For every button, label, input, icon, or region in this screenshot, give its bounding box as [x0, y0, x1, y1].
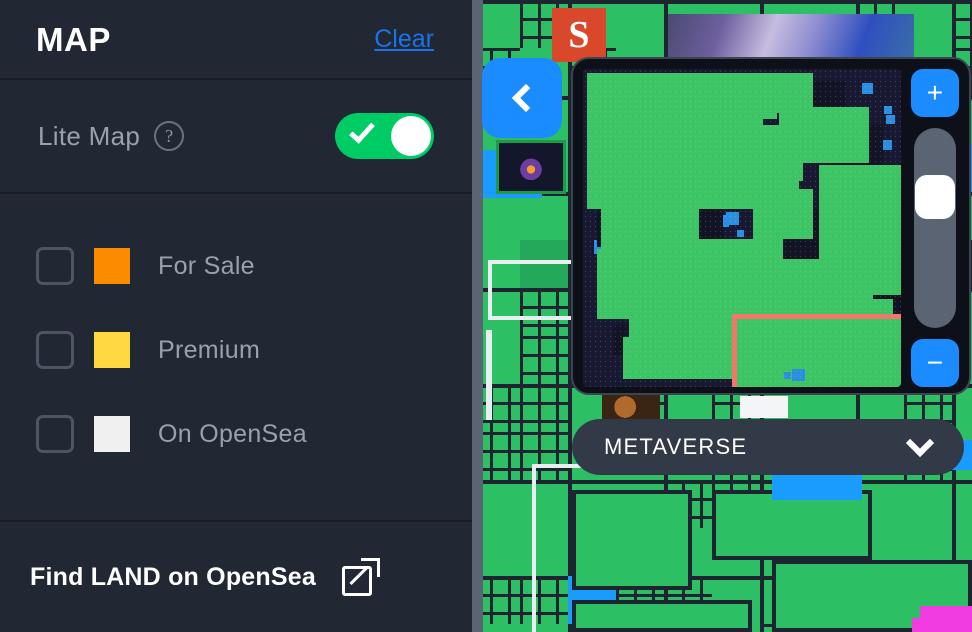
parcel-highlight-border: [532, 464, 536, 632]
minimap-region: [587, 73, 777, 119]
legend-label-for-sale: For Sale: [158, 251, 255, 280]
find-land-label: Find LAND on OpenSea: [30, 562, 316, 591]
land-parcel[interactable]: [712, 490, 872, 560]
legend-row-for-sale[interactable]: For Sale: [36, 224, 472, 308]
legend-row-on-opensea[interactable]: On OpenSea: [36, 392, 472, 476]
metaverse-selector[interactable]: METAVERSE: [572, 419, 964, 475]
check-icon: [349, 117, 375, 144]
lite-map-row: Lite Map ?: [0, 80, 472, 194]
land-parcel[interactable]: [912, 618, 972, 632]
minimap-region: [779, 107, 869, 163]
zoom-out-button[interactable]: −: [910, 339, 959, 387]
color-swatch-for-sale: [94, 248, 130, 284]
find-land-on-opensea-link[interactable]: Find LAND on OpenSea: [0, 520, 472, 632]
parcel-highlight-border: [488, 260, 492, 320]
map-explorer-app: MAP Clear Lite Map ? For Sale Premium On…: [0, 0, 972, 632]
land-parcel[interactable]: [520, 288, 568, 336]
toggle-knob: [391, 116, 431, 156]
land-parcel[interactable]: [952, 0, 972, 48]
lite-map-label: Lite Map: [38, 120, 141, 151]
featured-logo-tile[interactable]: S: [552, 8, 606, 62]
checkbox-on-opensea[interactable]: [36, 415, 74, 453]
lite-map-toggle[interactable]: [335, 113, 434, 159]
zoom-in-button[interactable]: +: [910, 69, 959, 117]
land-parcel[interactable]: [520, 432, 568, 480]
land-parcel[interactable]: [520, 576, 568, 624]
chevron-left-icon: [511, 83, 541, 113]
checkbox-for-sale[interactable]: [36, 247, 74, 285]
legend-row-premium[interactable]: Premium: [36, 308, 472, 392]
page-title: MAP: [36, 20, 111, 58]
featured-thumbnail-tile[interactable]: [740, 396, 788, 418]
sidebar-header: MAP Clear: [0, 0, 472, 80]
land-parcel[interactable]: [572, 600, 752, 632]
clear-filters-link[interactable]: Clear: [374, 26, 434, 52]
lite-map-label-group: Lite Map ?: [38, 120, 185, 152]
minimap[interactable]: [583, 69, 901, 387]
legend-label-on-opensea: On OpenSea: [158, 419, 307, 448]
zoom-slider-track[interactable]: [913, 128, 956, 328]
featured-thumbnail-tile[interactable]: [496, 140, 566, 194]
minimap-region: [884, 106, 892, 114]
land-parcel[interactable]: [572, 490, 692, 590]
zoom-control-group: + −: [910, 69, 959, 387]
zoom-slider-thumb[interactable]: [914, 175, 955, 219]
collapse-sidebar-button[interactable]: [482, 58, 562, 138]
color-swatch-premium: [94, 332, 130, 368]
minimap-region: [886, 115, 895, 124]
checkbox-premium[interactable]: [36, 331, 74, 369]
minimap-panel: + −: [571, 57, 971, 395]
question-circle-icon[interactable]: ?: [154, 121, 185, 151]
minimap-region: [737, 230, 744, 237]
external-link-icon: [341, 558, 380, 596]
color-swatch-on-opensea: [94, 416, 130, 452]
legend-label-premium: Premium: [158, 335, 261, 364]
featured-image-tile[interactable]: [668, 14, 914, 60]
minimap-region: [587, 109, 667, 209]
minimap-region: [882, 140, 892, 150]
legend-filter-list: For Sale Premium On OpenSea: [0, 194, 472, 520]
parcel-highlight-border: [486, 330, 492, 420]
land-parcel[interactable]: [520, 336, 568, 384]
minimap-region: [862, 83, 873, 94]
map-canvas[interactable]: S + − METAVERSE: [472, 0, 972, 632]
land-parcel[interactable]: [520, 240, 568, 288]
map-sidebar: MAP Clear Lite Map ? For Sale Premium On…: [0, 0, 472, 632]
land-parcel[interactable]: [520, 384, 568, 432]
minimap-viewport-indicator[interactable]: [732, 314, 901, 387]
chevron-down-icon: [905, 428, 935, 457]
metaverse-selector-label: METAVERSE: [604, 434, 748, 459]
